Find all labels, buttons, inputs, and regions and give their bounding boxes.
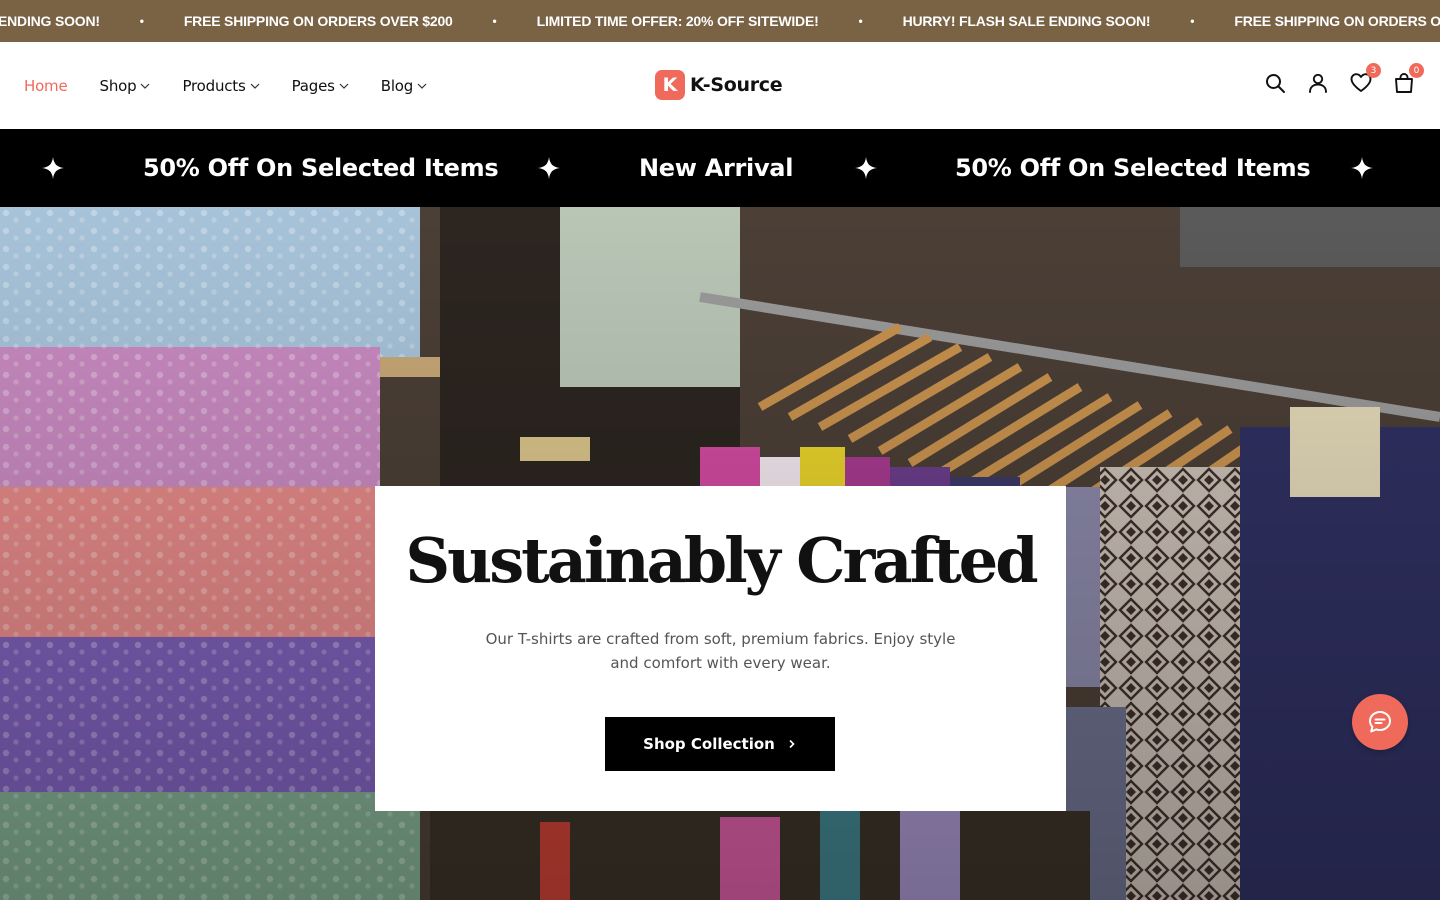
- main-nav: Home Shop Products Pages Blog: [24, 42, 459, 129]
- promo-item: New Arrival: [639, 154, 794, 182]
- site-header: Home Shop Products Pages Blog K K-Source: [0, 42, 1440, 129]
- nav-item-label: Pages: [291, 76, 335, 95]
- search-button[interactable]: [1263, 71, 1287, 95]
- nav-item-label: Shop: [99, 76, 137, 95]
- chat-button[interactable]: [1352, 694, 1408, 750]
- announcement-separator: •: [1190, 14, 1195, 28]
- announcement-separator: •: [139, 14, 144, 28]
- chevron-down-icon: [417, 83, 427, 89]
- announcement-separator: •: [858, 14, 863, 28]
- cart-count-badge: 0: [1409, 63, 1424, 78]
- announcement-message: ENDING SOON!: [0, 13, 100, 29]
- chevron-down-icon: [141, 83, 150, 89]
- announcement-bar: ENDING SOON! • FREE SHIPPING ON ORDERS O…: [0, 0, 1440, 42]
- hero-banner: Sustainably Crafted Our T-shirts are cra…: [0, 207, 1440, 900]
- hero-card: Sustainably Crafted Our T-shirts are cra…: [375, 486, 1066, 811]
- site-logo[interactable]: K K-Source: [655, 70, 783, 100]
- header-actions: 3 0: [1244, 63, 1424, 95]
- hero-title: Sustainably Crafted: [405, 524, 1038, 597]
- nav-item-shop[interactable]: Shop: [100, 77, 151, 95]
- chevron-down-icon: [250, 83, 260, 89]
- nav-item-blog[interactable]: Blog: [381, 77, 427, 95]
- announcement-track: ENDING SOON! • FREE SHIPPING ON ORDERS O…: [0, 0, 1440, 42]
- announcement-message: LIMITED TIME OFFER: 20% OFF SITEWIDE!: [536, 13, 819, 29]
- nav-item-label: Blog: [380, 76, 414, 95]
- sparkle-icon: [42, 157, 64, 179]
- search-icon: [1266, 74, 1285, 93]
- nav-item-label: Home: [24, 76, 68, 95]
- nav-item-home[interactable]: Home: [24, 77, 68, 95]
- user-icon: [1309, 73, 1327, 93]
- cart-button[interactable]: 0: [1392, 63, 1424, 95]
- shop-collection-button[interactable]: Shop Collection: [605, 717, 835, 771]
- sparkle-icon: [1351, 157, 1373, 179]
- chevron-right-icon: [789, 739, 795, 749]
- shop-collection-label: Shop Collection: [643, 735, 775, 753]
- account-button[interactable]: [1306, 71, 1330, 95]
- logo-text: K-Source: [690, 74, 783, 96]
- announcement-separator: •: [492, 14, 497, 28]
- promo-item: 50% Off On Selected Items: [143, 154, 499, 182]
- nav-item-label: Products: [182, 76, 246, 95]
- wishlist-count-badge: 3: [1366, 63, 1381, 78]
- promo-strip: 50% Off On Selected Items New Arrival 50…: [0, 129, 1440, 207]
- chat-icon: [1369, 711, 1391, 733]
- chevron-down-icon: [339, 83, 349, 89]
- announcement-message: FREE SHIPPING ON ORDERS OVER $: [1234, 13, 1440, 29]
- hero-subtitle: Our T-shirts are crafted from soft, prem…: [485, 630, 956, 672]
- announcement-message: FREE SHIPPING ON ORDERS OVER $200: [183, 13, 453, 29]
- promo-item: 50% Off On Selected Items: [955, 154, 1311, 182]
- sparkle-icon: [855, 157, 877, 179]
- logo-badge: K: [655, 70, 685, 100]
- nav-item-pages[interactable]: Pages: [292, 77, 349, 95]
- announcement-message: HURRY! FLASH SALE ENDING SOON!: [902, 13, 1151, 29]
- wishlist-button[interactable]: 3: [1349, 63, 1381, 95]
- sparkle-icon: [538, 157, 560, 179]
- nav-item-products[interactable]: Products: [182, 76, 260, 95]
